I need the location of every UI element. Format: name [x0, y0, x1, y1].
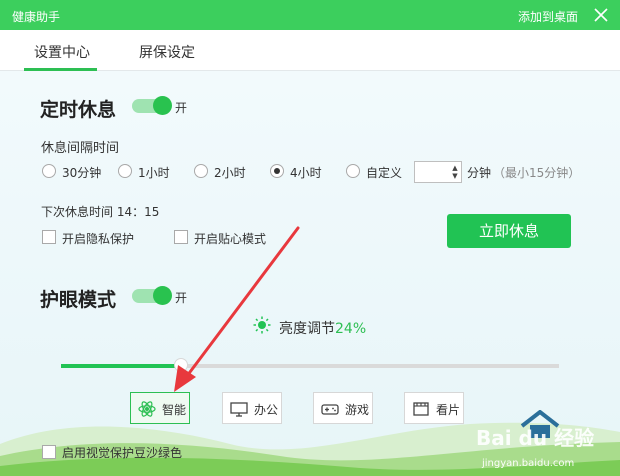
tab-bar: 设置中心 屏保设定 [0, 30, 620, 71]
interval-radio-30min[interactable] [42, 164, 56, 178]
tab-screensaver-settings[interactable]: 屏保设定 [139, 42, 195, 62]
spin-arrows-icon[interactable]: ▲ ▼ [451, 164, 459, 180]
interval-radio-1h[interactable] [118, 164, 132, 178]
film-icon [413, 402, 429, 416]
add-to-desktop-link[interactable]: 添加到桌面 [518, 8, 578, 25]
eye-toggle-label: 开 [175, 291, 188, 305]
privacy-label: 开启隐私保护 [62, 232, 135, 246]
interval-option-1h: 1小时 [138, 166, 170, 180]
rest-now-button[interactable]: 立即休息 [447, 214, 571, 248]
bean-green-checkbox[interactable] [42, 445, 56, 459]
brightness-sun-icon [253, 316, 271, 334]
atom-icon [138, 401, 156, 417]
privacy-checkbox[interactable] [42, 230, 56, 244]
caring-mode-checkbox[interactable] [174, 230, 188, 244]
mode-smart-label: 智能 [162, 403, 187, 417]
mode-movie-button[interactable]: 看片 [404, 392, 464, 424]
rest-interval-label: 休息间隔时间 [41, 141, 120, 156]
mode-game-label: 游戏 [345, 403, 370, 417]
mode-smart-button[interactable]: 智能 [130, 392, 190, 424]
brightness-slider-handle[interactable] [173, 358, 188, 372]
mode-office-label: 办公 [254, 403, 279, 417]
health-assistant-window: 健康助手 添加到桌面 设置中心 屏保设定 定时休息 开 休息间隔时间 30分钟 … [0, 0, 620, 476]
eye-toggle-knob [153, 286, 172, 305]
mode-game-button[interactable]: 游戏 [313, 392, 373, 424]
brightness-label: 亮度调节24% [279, 321, 367, 337]
active-tab-indicator [24, 68, 97, 71]
close-icon[interactable] [592, 6, 610, 24]
rest-toggle-label: 开 [175, 101, 188, 115]
monitor-icon [230, 402, 248, 417]
brightness-slider[interactable] [61, 358, 559, 372]
custom-minutes-spinbox[interactable]: ▲ ▼ [414, 161, 462, 183]
interval-radio-custom[interactable] [346, 164, 360, 178]
interval-radio-4h[interactable] [270, 164, 284, 178]
interval-option-2h: 2小时 [214, 166, 246, 180]
mode-office-button[interactable]: 办公 [222, 392, 282, 424]
minutes-unit-label: 分钟 [467, 166, 492, 180]
minutes-hint: （最小15分钟） [493, 166, 581, 180]
tab-settings-center[interactable]: 设置中心 [34, 42, 90, 62]
bean-green-label: 启用视觉保护豆沙绿色 [62, 446, 183, 460]
brightness-value: 24% [335, 321, 367, 337]
interval-option-30min: 30分钟 [62, 166, 102, 180]
baidu-jingyan-watermark: Bai du 经验 jingyan.baidu.com [472, 410, 620, 476]
rest-toggle-knob [153, 96, 172, 115]
title-bar: 健康助手 添加到桌面 [0, 0, 620, 30]
gamepad-icon [321, 404, 339, 415]
rest-toggle[interactable] [132, 96, 172, 115]
next-rest-time: 下次休息时间 14：15 [41, 205, 160, 219]
interval-option-custom: 自定义 [366, 166, 403, 180]
eye-section-title: 护眼模式 [40, 289, 117, 311]
caring-mode-label: 开启贴心模式 [194, 232, 267, 246]
mode-movie-label: 看片 [436, 403, 461, 417]
interval-option-4h: 4小时 [290, 166, 322, 180]
window-title: 健康助手 [12, 10, 61, 24]
brightness-slider-fill [61, 364, 181, 368]
eye-toggle[interactable] [132, 286, 172, 305]
watermark-logo-text: Bai du 经验 [476, 426, 595, 450]
rest-section-title: 定时休息 [40, 99, 117, 121]
watermark-url: jingyan.baidu.com [482, 458, 575, 469]
interval-radio-2h[interactable] [194, 164, 208, 178]
